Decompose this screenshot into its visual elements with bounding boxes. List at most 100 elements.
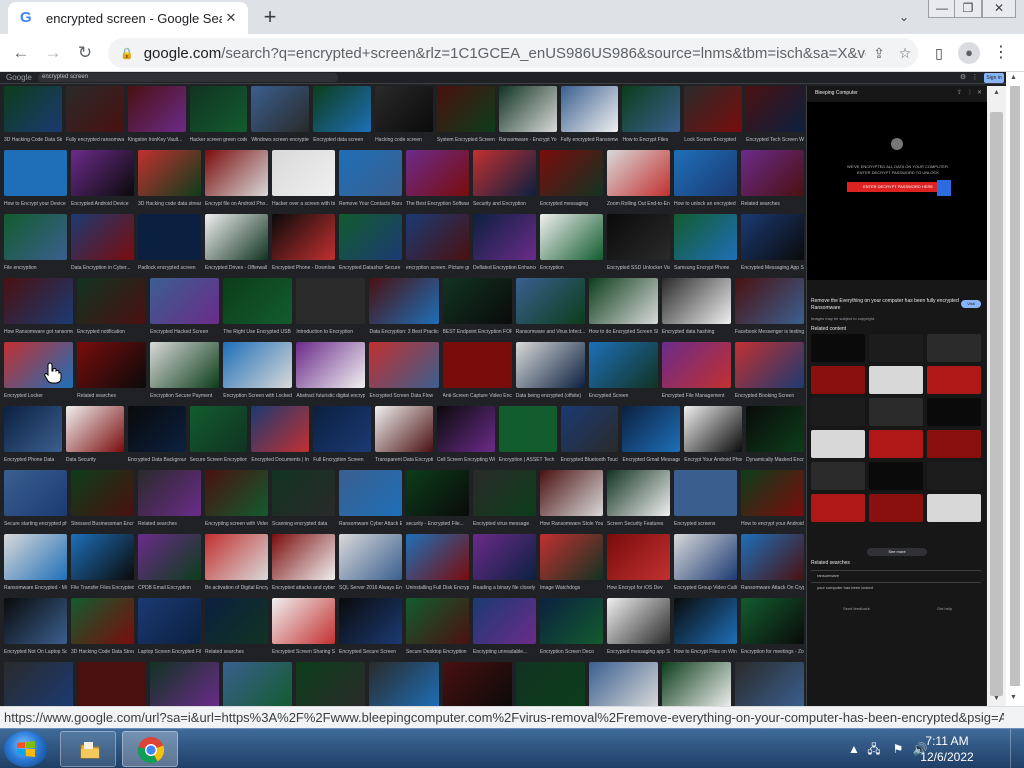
image-result[interactable]: Secure starting encrypted phone	[4, 470, 67, 532]
result-caption[interactable]: Encrypted data screen	[313, 135, 371, 145]
image-result[interactable]: Install with USB Encryption	[734, 662, 804, 706]
result-caption[interactable]: 3D Hacking Code Data Stream Gr...	[71, 647, 134, 657]
result-caption[interactable]: Fully encrypted Ransomware	[561, 135, 619, 145]
image-result[interactable]: Hacker screen green code	[189, 86, 248, 148]
image-result[interactable]: Samsung Encrypt Phone	[674, 214, 737, 276]
result-thumbnail[interactable]	[607, 470, 670, 516]
result-caption[interactable]: Encrypting unreadable...	[473, 647, 536, 657]
result-thumbnail[interactable]	[515, 342, 585, 388]
image-result[interactable]: Encrypted Group Video Calling	[674, 534, 737, 596]
result-caption[interactable]: Security and Encryption	[473, 199, 536, 209]
result-caption[interactable]: Fully encrypted ransomware	[66, 135, 124, 145]
result-caption[interactable]: How to do Encrypted Screen Sharing	[589, 327, 658, 337]
result-caption[interactable]: Encrypted virus message	[473, 519, 536, 529]
close-window-button[interactable]: ✕	[982, 0, 1016, 18]
image-result[interactable]: Encrypted Phone Data	[4, 406, 62, 468]
result-caption[interactable]: How to Encrypt your Device	[4, 199, 67, 209]
apps-grid-icon[interactable]: ⋮	[970, 73, 980, 83]
result-caption[interactable]: File encryption	[4, 263, 67, 273]
result-thumbnail[interactable]	[138, 150, 201, 196]
result-thumbnail[interactable]	[71, 534, 134, 580]
image-result[interactable]: Related searches	[77, 342, 147, 404]
result-caption[interactable]: How Ransomware Stole Your Files	[540, 519, 603, 529]
new-tab-button[interactable]: +	[256, 4, 284, 32]
image-result[interactable]: Encryption for meetings - Zoom	[741, 598, 804, 660]
result-thumbnail[interactable]	[4, 86, 62, 132]
result-thumbnail[interactable]	[369, 662, 439, 706]
restore-window-button[interactable]: ❐	[954, 0, 982, 18]
scroll-up-icon[interactable]: ▲	[987, 86, 1006, 100]
result-thumbnail[interactable]	[272, 150, 335, 196]
result-thumbnail[interactable]	[560, 86, 619, 132]
image-result[interactable]: Encrypting screen with Video	[205, 470, 268, 532]
result-caption[interactable]: Hacking code screen	[375, 135, 433, 145]
result-caption[interactable]: Encrypted Phone Data	[4, 455, 62, 465]
result-caption[interactable]: Encrypted Locker	[4, 391, 73, 401]
result-caption[interactable]: How to Encrypt Files on Windows	[674, 647, 737, 657]
result-thumbnail[interactable]	[741, 150, 804, 196]
result-thumbnail[interactable]	[223, 278, 293, 324]
image-result[interactable]: Encrypted data screen	[313, 86, 372, 148]
image-result[interactable]: Download Encryption Screen	[77, 662, 147, 706]
share-icon[interactable]: ⇪	[957, 89, 962, 96]
image-result[interactable]: Encrypted screens	[674, 470, 737, 532]
result-caption[interactable]: Windows screen encrypted	[251, 135, 309, 145]
taskbar-file-explorer[interactable]	[60, 731, 116, 767]
result-thumbnail[interactable]	[272, 470, 335, 516]
image-result[interactable]: Encrypted Secure Screen	[339, 598, 402, 660]
image-result[interactable]: Ransomware Encrypted - Microsoft Learn	[4, 534, 67, 596]
image-result[interactable]: Encrypted Data Background	[127, 406, 186, 468]
result-thumbnail[interactable]	[205, 598, 268, 644]
result-caption[interactable]: Remove Your Contacts Ransomware	[339, 199, 402, 209]
result-caption[interactable]: Anti-Screen Capture Video Encryption	[443, 391, 512, 401]
image-result[interactable]: Related searches	[741, 150, 804, 212]
result-thumbnail[interactable]	[138, 470, 201, 516]
image-result[interactable]: Lock Screen Encrypted	[684, 86, 743, 148]
image-result[interactable]: The Best Encryption Software for 2022	[406, 150, 469, 212]
address-bar[interactable]: 🔒 google.com/search?q=encrypted+screen&r…	[108, 38, 918, 68]
image-result[interactable]: Laptop Screen Encrypted Files	[138, 598, 201, 660]
image-result[interactable]: Stressed Businessman Encrypted	[71, 470, 134, 532]
related-thumbnail[interactable]	[869, 398, 923, 426]
result-thumbnail[interactable]	[734, 662, 804, 706]
result-caption[interactable]: File Transfer Files Encrypted	[71, 583, 134, 593]
result-thumbnail[interactable]	[296, 662, 366, 706]
image-result[interactable]: Transparent Data Encryption	[375, 406, 433, 468]
bookmark-star-icon[interactable]: ☆	[892, 45, 918, 62]
result-caption[interactable]: Encrypted Screen	[589, 391, 658, 401]
result-thumbnail[interactable]	[339, 214, 402, 260]
result-thumbnail[interactable]	[607, 150, 670, 196]
result-caption[interactable]: Reading a binary file closely	[473, 583, 536, 593]
result-thumbnail[interactable]	[223, 342, 293, 388]
image-result[interactable]: Anti-Screen Capture Video Encryption	[442, 342, 512, 404]
result-thumbnail[interactable]	[272, 214, 335, 260]
result-caption[interactable]: Samsung Encrypt Phone	[674, 263, 737, 273]
preview-image[interactable]: WE'VE ENCRYPTED ALL DATA ON YOUR COMPUTE…	[807, 102, 987, 280]
see-more-button[interactable]: See more	[867, 548, 927, 556]
image-result[interactable]: Encrypted Documents | Information	[251, 406, 310, 468]
result-thumbnail[interactable]	[588, 278, 658, 324]
result-caption[interactable]: CPDB Email Encryption	[138, 583, 201, 593]
result-thumbnail[interactable]	[674, 534, 737, 580]
result-thumbnail[interactable]	[251, 86, 310, 132]
image-result[interactable]: Security and Encryption	[473, 150, 536, 212]
result-thumbnail[interactable]	[339, 150, 402, 196]
result-caption[interactable]: Lock Screen Encrypted	[684, 135, 742, 145]
image-result[interactable]: Dynamically Masked Encrypted	[746, 406, 804, 468]
result-caption[interactable]: Encrypted Messaging App Signal	[741, 263, 804, 273]
image-result[interactable]: Ransomware Attack On Crypt Company	[741, 534, 804, 596]
result-thumbnail[interactable]	[607, 214, 670, 260]
result-thumbnail[interactable]	[205, 470, 268, 516]
more-options-icon[interactable]: ⋮	[967, 89, 973, 96]
result-thumbnail[interactable]	[4, 214, 67, 260]
image-result[interactable]: How to Encrypt your Device	[4, 150, 67, 212]
image-result[interactable]: BEST Endpoint Encryption FOR high...	[442, 278, 512, 340]
related-thumbnail[interactable]	[869, 462, 923, 490]
result-thumbnail[interactable]	[205, 534, 268, 580]
result-caption[interactable]: Encrypted Gmail Messages	[622, 455, 680, 465]
chrome-menu-icon[interactable]: ⋮	[990, 42, 1012, 64]
result-thumbnail[interactable]	[4, 470, 67, 516]
back-button[interactable]: ←	[8, 40, 34, 66]
image-result[interactable]: The Right Use Encrypted USB ...	[223, 278, 293, 340]
image-result[interactable]: Encrypted Hacked Screen	[150, 278, 220, 340]
